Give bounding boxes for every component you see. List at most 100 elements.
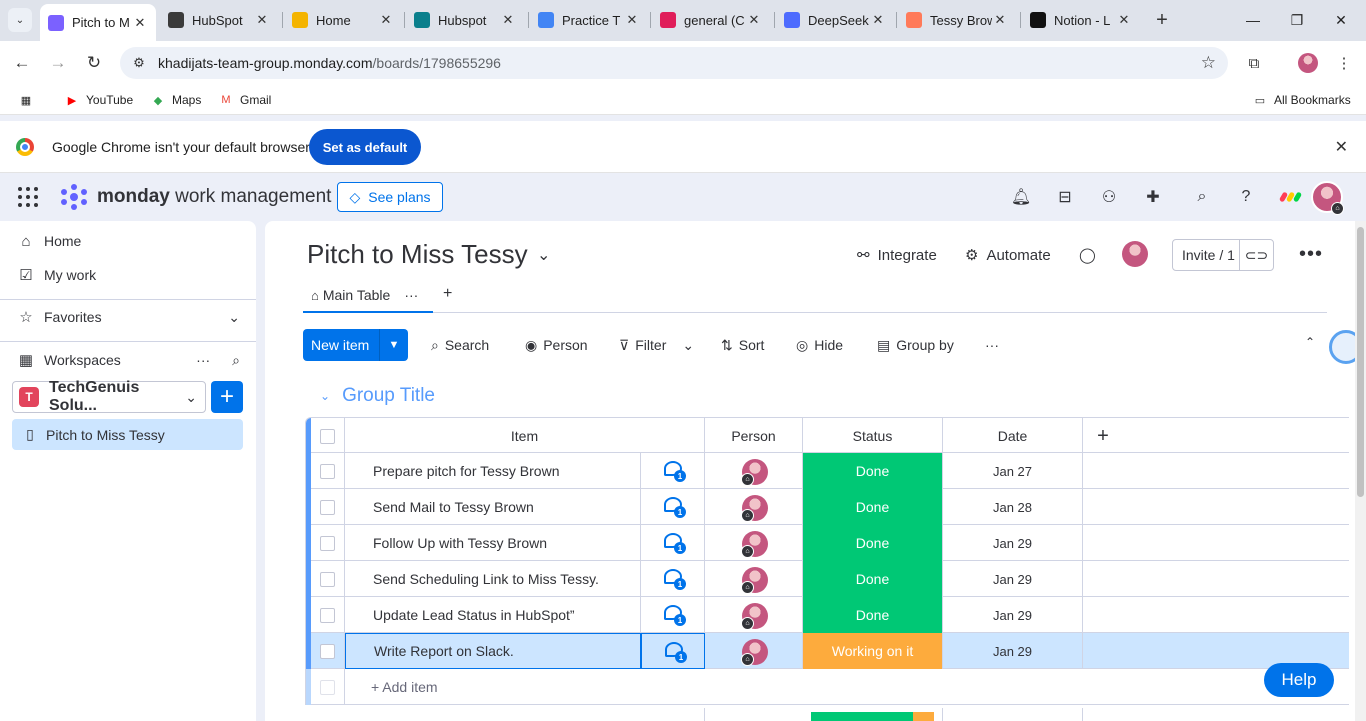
select-all-checkbox[interactable] [320, 428, 335, 444]
close-tab-icon[interactable]: ✕ [870, 12, 886, 28]
browser-tab[interactable]: general (C ✕ [652, 6, 770, 34]
browser-tab[interactable]: DeepSeek ✕ [776, 6, 894, 34]
date-cell[interactable]: Jan 29 [943, 525, 1083, 561]
help-question-icon[interactable]: ? [1234, 185, 1258, 209]
updates-cell[interactable]: 1 [641, 489, 705, 525]
group-by-button[interactable]: ▤ Group by [877, 333, 954, 357]
sidebar-item-my-work[interactable]: ☑ My work [16, 260, 96, 290]
group-header[interactable]: ⌄ Group Title [320, 385, 435, 407]
item-name-cell[interactable]: Follow Up with Tessy Brown [345, 525, 641, 561]
date-cell[interactable]: Jan 29 [943, 561, 1083, 597]
address-bar[interactable]: ⚙ khadijats-team-group.monday.com/boards… [120, 47, 1228, 79]
close-tab-icon[interactable]: ✕ [378, 12, 394, 28]
date-cell[interactable]: Jan 27 [943, 453, 1083, 489]
browser-tab[interactable]: Practice T ✕ [530, 6, 648, 34]
tab-more-icon[interactable]: ··· [404, 287, 418, 303]
close-tab-icon[interactable]: ✕ [500, 12, 516, 28]
row-checkbox[interactable] [320, 571, 335, 587]
board-scrollbar[interactable] [1355, 221, 1366, 721]
sidebar-item-board[interactable]: ▯ Pitch to Miss Tessy [12, 419, 243, 450]
item-name-cell[interactable]: Prepare pitch for Tessy Brown [345, 453, 641, 489]
inbox-icon[interactable]: ⊟ [1053, 185, 1077, 209]
search-icon[interactable]: ⌕ [232, 352, 240, 369]
chevron-down-icon[interactable]: ⌄ [682, 337, 694, 354]
bookmark-item[interactable]: ▶ YouTube [64, 90, 133, 110]
invite-button[interactable]: Invite / 1 ⊂⊃ [1172, 239, 1274, 271]
updates-chat-icon[interactable]: ◯ [1079, 243, 1096, 267]
chrome-menu-icon[interactable]: ⋮ [1330, 49, 1358, 77]
row-checkbox[interactable] [320, 463, 335, 479]
bookmark-item[interactable]: ◆ Maps [150, 90, 202, 110]
item-name-cell[interactable]: Write Report on Slack. [345, 633, 641, 669]
row-checkbox[interactable] [320, 643, 335, 659]
column-header-person[interactable]: Person [705, 418, 803, 454]
group-title[interactable]: Group Title [342, 385, 435, 407]
person-cell[interactable]: ⌂ [705, 597, 803, 633]
status-cell[interactable]: Done [803, 597, 943, 633]
close-tab-icon[interactable]: ✕ [624, 12, 640, 28]
invite-members-icon[interactable]: ⚇ [1097, 185, 1121, 209]
profile-avatar[interactable] [1294, 49, 1322, 77]
row-checkbox[interactable] [320, 535, 335, 551]
item-name[interactable]: Send Scheduling Link to Miss Tessy. [373, 571, 599, 587]
updates-cell[interactable]: 1 [641, 561, 705, 597]
copy-link-icon[interactable]: ⊂⊃ [1239, 240, 1273, 270]
conversation-icon[interactable]: 1 [664, 533, 686, 554]
board-more-icon[interactable]: ••• [1299, 243, 1323, 266]
item-name[interactable]: Send Mail to Tessy Brown [373, 499, 534, 515]
column-header-status[interactable]: Status [803, 418, 943, 454]
column-header-date[interactable]: Date [943, 418, 1083, 454]
extensions-icon[interactable]: ⧉ [1240, 49, 1268, 77]
more-dots-icon[interactable]: ··· [196, 352, 210, 368]
person-filter-button[interactable]: ◉ Person [525, 333, 588, 357]
sidebar-item-home[interactable]: ⌂ Home [16, 226, 81, 256]
close-tab-icon[interactable]: ✕ [132, 15, 148, 31]
item-name-cell[interactable]: Send Scheduling Link to Miss Tessy. [345, 561, 641, 597]
browser-tab[interactable]: Notion - L ✕ [1022, 6, 1140, 34]
automate-button[interactable]: ⚙ Automate [965, 243, 1051, 267]
status-cell[interactable]: Working on it [803, 633, 943, 669]
bookmark-star-icon[interactable]: ☆ [1201, 53, 1216, 73]
add-board-button[interactable]: + [211, 381, 243, 413]
tab-main-table[interactable]: ⌂ Main Table ··· [303, 279, 433, 313]
item-name[interactable]: Update Lead Status in HubSpot” [373, 607, 575, 623]
browser-tab[interactable]: HubSpot ✕ [160, 6, 278, 34]
sidebar-item-workspaces[interactable]: ▦ Workspaces ··· ⌕ [16, 345, 240, 375]
table-row[interactable]: Follow Up with Tessy Brown 1 ⌂ Done Jan 29 [305, 525, 1349, 561]
minimize-button[interactable]: — [1230, 8, 1276, 32]
add-item-input[interactable]: + Add item [345, 669, 705, 705]
filter-button[interactable]: ⊽ Filter ⌄ [619, 333, 694, 357]
item-name-cell[interactable]: Update Lead Status in HubSpot” [345, 597, 641, 633]
hide-button[interactable]: ◎ Hide [796, 333, 843, 357]
row-checkbox[interactable] [320, 607, 335, 623]
integrate-button[interactable]: ⚯ Integrate [857, 243, 937, 267]
see-plans-button[interactable]: ◇ See plans [337, 182, 443, 212]
updates-cell[interactable]: 1 [641, 453, 705, 489]
new-item-button[interactable]: New item ▼ [303, 329, 408, 361]
conversation-icon[interactable]: 1 [664, 569, 686, 590]
status-cell[interactable]: Done [803, 453, 943, 489]
table-row[interactable]: Send Scheduling Link to Miss Tessy. 1 ⌂ Don… [305, 561, 1349, 597]
add-column-icon[interactable]: + [1083, 418, 1123, 454]
reload-button[interactable]: ↻ [80, 49, 108, 77]
column-header-item[interactable]: Item [345, 418, 705, 454]
person-cell[interactable]: ⌂ [705, 453, 803, 489]
close-tab-icon[interactable]: ✕ [1116, 12, 1132, 28]
updates-cell[interactable]: 1 [641, 633, 705, 669]
close-window-button[interactable]: ✕ [1318, 8, 1364, 32]
maximize-button[interactable]: ❐ [1274, 8, 1320, 32]
close-tab-icon[interactable]: ✕ [746, 12, 762, 28]
chevron-down-icon[interactable]: ⌄ [320, 389, 330, 403]
person-cell[interactable]: ⌂ [705, 525, 803, 561]
table-row[interactable]: Update Lead Status in HubSpot” 1 ⌂ Done Jan … [305, 597, 1349, 633]
forward-button[interactable]: → [44, 49, 72, 77]
add-view-icon[interactable]: + [443, 285, 452, 303]
date-cell[interactable]: Jan 29 [943, 597, 1083, 633]
updates-cell[interactable]: 1 [641, 597, 705, 633]
help-button[interactable]: Help [1264, 663, 1334, 697]
item-name[interactable]: Prepare pitch for Tessy Brown [373, 463, 560, 479]
site-info-icon[interactable]: ⚙ [124, 55, 154, 71]
item-name-cell[interactable]: Send Mail to Tessy Brown [345, 489, 641, 525]
apps-puzzle-icon[interactable]: ✚ [1141, 185, 1165, 209]
chevron-down-icon[interactable]: ⌄ [537, 245, 550, 265]
